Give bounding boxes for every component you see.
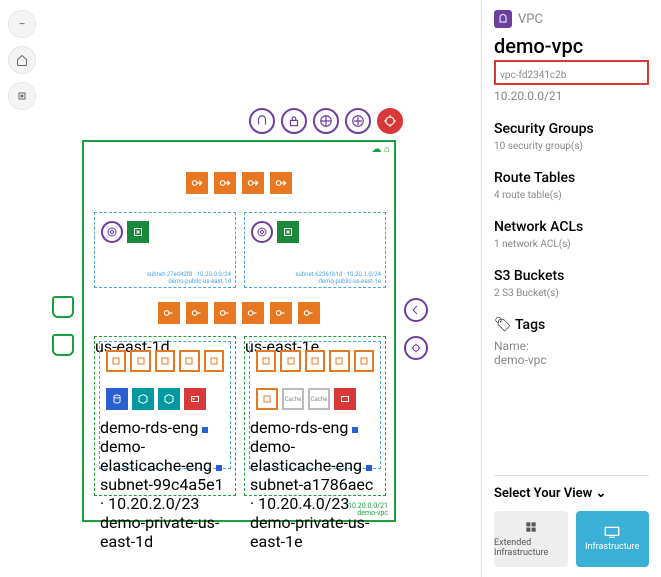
arch-icon[interactable] — [249, 108, 275, 134]
target-active-icon[interactable] — [377, 108, 403, 134]
extended-infrastructure-view-button[interactable]: Extended Infrastructure — [494, 511, 568, 567]
vpc-badge-icon — [494, 10, 512, 28]
security-groups-count: 10 security group(s) — [494, 141, 649, 152]
nat-icon[interactable] — [251, 221, 273, 243]
move-icon[interactable] — [345, 108, 371, 134]
cache-node-icon[interactable]: Cache — [282, 388, 304, 410]
vpc-footer-label: 10.20.0.0/21demo-vpc — [348, 503, 388, 518]
elb-icon[interactable] — [242, 302, 264, 324]
cache-icon[interactable] — [334, 388, 356, 410]
vpc-id-highlight: vpc-fd2341c2b — [494, 60, 649, 85]
ec2-icon[interactable] — [280, 350, 300, 372]
elb-icon[interactable] — [186, 172, 208, 194]
elb-icon[interactable] — [186, 302, 208, 324]
cloud-icon: ☁ ⌂ — [371, 144, 390, 155]
elb-icon[interactable] — [214, 302, 236, 324]
s3-buckets-count: 2 S3 Bucket(s) — [494, 288, 649, 299]
instance-icon[interactable] — [277, 221, 299, 243]
elb-row-2 — [84, 302, 394, 324]
chevron-down-icon: ⌄ — [595, 486, 606, 501]
rds-icon[interactable] — [106, 388, 128, 410]
network-acls-count: 1 network ACL(s) — [494, 239, 649, 250]
az-2[interactable]: Cache Cache demo-rds-eng demo-elasticach… — [244, 336, 386, 496]
s3-bucket-icon — [52, 296, 74, 318]
ecs-icon[interactable] — [158, 388, 180, 410]
tags-heading[interactable]: 🏷 Tags — [494, 317, 649, 333]
cache-icon[interactable] — [184, 388, 206, 410]
ec2-icon[interactable] — [106, 350, 126, 372]
private-subnet-1[interactable]: demo-rds-eng demo-elasticache-eng subnet… — [99, 341, 231, 469]
public-subnet-1[interactable]: subnet-27ed42f8 · 10.20.0.0/24demo-publi… — [94, 212, 236, 288]
elb-row — [84, 172, 394, 194]
vpc-name: demo-vpc — [494, 34, 649, 58]
ec2-icon[interactable] — [305, 350, 325, 372]
instance-icon[interactable] — [127, 221, 149, 243]
ec2-icon[interactable] — [155, 350, 175, 372]
route-tables-count: 4 route table(s) — [494, 190, 649, 201]
security-groups-heading[interactable]: Security Groups — [494, 121, 649, 137]
tag-name: Name:demo-vpc — [494, 339, 649, 367]
public-subnet-2[interactable]: subnet-62361b1d · 10.20.1.0/24demo-publi… — [244, 212, 386, 288]
ec2-icon[interactable] — [354, 350, 374, 372]
ec2-icon[interactable] — [179, 350, 199, 372]
elb-icon[interactable] — [214, 172, 236, 194]
network-acls-heading[interactable]: Network ACLs — [494, 219, 649, 235]
elb-icon[interactable] — [298, 302, 320, 324]
elb-icon[interactable] — [270, 172, 292, 194]
globe-icon[interactable] — [313, 108, 339, 134]
infrastructure-view-button[interactable]: Infrastructure — [576, 511, 650, 567]
home-button[interactable] — [8, 46, 36, 74]
elb-icon[interactable] — [242, 172, 264, 194]
az-1[interactable]: demo-rds-eng demo-elasticache-eng subnet… — [94, 336, 236, 496]
vpc-container[interactable]: ☁ ⌂ subnet-27ed42f8 · 10.20.0.0/24demo-p… — [82, 140, 396, 522]
ec2-icon[interactable] — [256, 350, 276, 372]
lock-icon[interactable] — [281, 108, 307, 134]
ecs-icon[interactable] — [132, 388, 154, 410]
s3-buckets-heading[interactable]: S3 Buckets — [494, 268, 649, 284]
nat-icon[interactable] — [101, 221, 123, 243]
zoom-out-button[interactable]: − — [8, 10, 36, 38]
vpc-cidr: 10.20.0.0/21 — [494, 89, 649, 103]
endpoint-icon — [404, 336, 428, 360]
cache-node-icon[interactable]: Cache — [308, 388, 330, 410]
elb-icon[interactable] — [270, 302, 292, 324]
resource-type-label: VPC — [518, 12, 543, 27]
details-panel: VPC demo-vpc vpc-fd2341c2b 10.20.0.0/21 … — [481, 0, 661, 577]
ec2-icon[interactable] — [329, 350, 349, 372]
center-button[interactable] — [8, 82, 36, 110]
s3-bucket-icon — [52, 334, 74, 356]
ec2-icon[interactable] — [256, 388, 278, 410]
private-subnet-2[interactable]: Cache Cache demo-rds-eng demo-elasticach… — [249, 341, 381, 469]
ec2-icon[interactable] — [204, 350, 224, 372]
gateway-icon — [404, 298, 428, 322]
route-tables-heading[interactable]: Route Tables — [494, 170, 649, 186]
view-selector-heading[interactable]: Select Your View ⌄ — [494, 486, 649, 501]
elb-icon[interactable] — [158, 302, 180, 324]
ec2-icon[interactable] — [130, 350, 150, 372]
